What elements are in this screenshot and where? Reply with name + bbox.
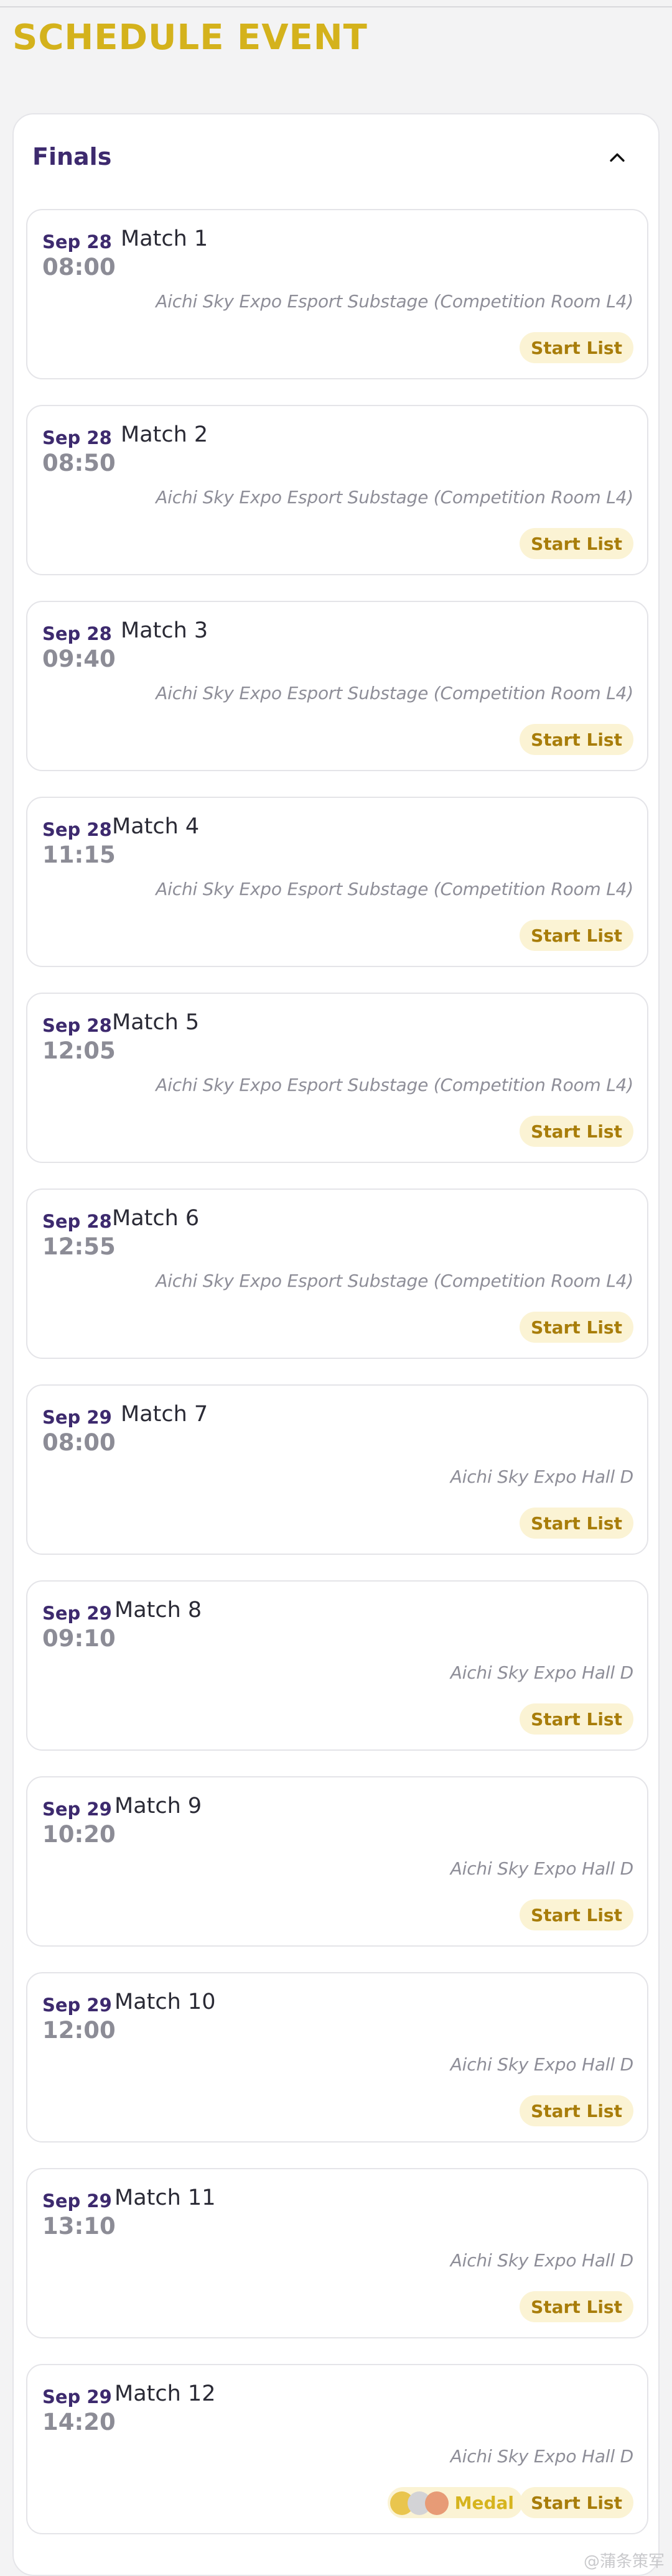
- match-name: Match 5: [112, 1010, 200, 1035]
- match-venue: Aichi Sky Expo Esport Substage (Competit…: [156, 879, 633, 899]
- match-date: Sep 29: [42, 1995, 112, 2016]
- top-divider: [0, 6, 672, 7]
- match-date: Sep 29: [42, 1603, 112, 1624]
- match-name: Match 12: [114, 2381, 216, 2406]
- match-date: Sep 29: [42, 2190, 112, 2212]
- match-name: Match 11: [114, 2185, 216, 2210]
- match-card: Sep 28 Match 1 08:00 Aichi Sky Expo Espo…: [26, 209, 648, 379]
- match-name: Match 3: [121, 618, 208, 643]
- medal-icons: [390, 2490, 450, 2515]
- medal-badge: Medal: [387, 2487, 523, 2518]
- start-list-button[interactable]: Start List: [520, 1116, 633, 1147]
- match-name: Match 8: [114, 1598, 202, 1623]
- match-date: Sep 28: [42, 623, 112, 644]
- match-time: 10:20: [42, 1821, 116, 1848]
- match-venue: Aichi Sky Expo Esport Substage (Competit…: [156, 1271, 633, 1291]
- match-card: Sep 29 Match 11 13:10 Aichi Sky Expo Hal…: [26, 2168, 648, 2338]
- match-time: 08:00: [42, 1429, 116, 1456]
- match-date: Sep 29: [42, 1799, 112, 1820]
- start-list-button[interactable]: Start List: [520, 1312, 633, 1343]
- start-list-button[interactable]: Start List: [520, 920, 633, 951]
- chevron-up-icon[interactable]: [600, 141, 635, 175]
- match-time: 08:00: [42, 254, 116, 280]
- start-list-button[interactable]: Start List: [520, 2095, 633, 2126]
- match-time: 12:55: [42, 1233, 116, 1260]
- section-title: Finals: [32, 143, 112, 170]
- start-list-button[interactable]: Start List: [520, 2291, 633, 2322]
- match-card: Sep 28 Match 3 09:40 Aichi Sky Expo Espo…: [26, 601, 648, 771]
- match-card: Sep 29 Match 10 12:00 Aichi Sky Expo Hal…: [26, 1972, 648, 2143]
- match-name: Match 2: [121, 422, 208, 447]
- match-time: 09:40: [42, 646, 116, 672]
- match-name: Match 9: [114, 1794, 202, 1818]
- match-date: Sep 28: [42, 819, 112, 840]
- medal-label: Medal: [454, 2492, 514, 2513]
- match-venue: Aichi Sky Expo Esport Substage (Competit…: [156, 1075, 633, 1095]
- match-date: Sep 28: [42, 231, 112, 253]
- start-list-button[interactable]: Start List: [520, 1899, 633, 1930]
- match-date: Sep 28: [42, 427, 112, 448]
- bronze-medal-icon: [424, 2491, 449, 2515]
- match-date: Sep 29: [42, 2386, 112, 2407]
- start-list-button[interactable]: Start List: [520, 2487, 633, 2518]
- finals-section: Finals Sep 28 Match 1 08:00 Aichi Sky Ex…: [12, 113, 660, 2576]
- start-list-button[interactable]: Start List: [520, 1703, 633, 1735]
- page-title: SCHEDULE EVENT: [12, 17, 368, 58]
- match-date: Sep 28: [42, 1015, 112, 1036]
- match-time: 11:15: [42, 841, 116, 868]
- match-date: Sep 28: [42, 1211, 112, 1232]
- match-card: Sep 29 Match 12 14:20 Aichi Sky Expo Hal…: [26, 2364, 648, 2534]
- match-name: Match 7: [121, 1402, 208, 1427]
- match-time: 13:10: [42, 2213, 116, 2240]
- match-venue: Aichi Sky Expo Hall D: [450, 1662, 634, 1683]
- match-venue: Aichi Sky Expo Hall D: [450, 2250, 634, 2271]
- match-name: Match 10: [114, 1990, 216, 2014]
- match-card: Sep 28 Match 2 08:50 Aichi Sky Expo Espo…: [26, 405, 648, 575]
- match-venue: Aichi Sky Expo Esport Substage (Competit…: [156, 683, 633, 703]
- match-time: 09:10: [42, 1625, 116, 1652]
- match-card: Sep 28 Match 4 11:15 Aichi Sky Expo Espo…: [26, 797, 648, 967]
- match-time: 12:00: [42, 2017, 116, 2044]
- match-time: 14:20: [42, 2409, 116, 2435]
- section-header[interactable]: Finals: [14, 114, 658, 202]
- match-venue: Aichi Sky Expo Hall D: [450, 2446, 634, 2467]
- start-list-button[interactable]: Start List: [520, 528, 633, 559]
- start-list-button[interactable]: Start List: [520, 332, 633, 363]
- match-card: Sep 28 Match 5 12:05 Aichi Sky Expo Espo…: [26, 993, 648, 1163]
- match-venue: Aichi Sky Expo Hall D: [450, 1858, 634, 1879]
- match-card: Sep 28 Match 6 12:55 Aichi Sky Expo Espo…: [26, 1188, 648, 1359]
- match-card: Sep 29 Match 8 09:10 Aichi Sky Expo Hall…: [26, 1580, 648, 1751]
- start-list-button[interactable]: Start List: [520, 1508, 633, 1539]
- match-time: 12:05: [42, 1037, 116, 1064]
- match-venue: Aichi Sky Expo Esport Substage (Competit…: [156, 487, 633, 507]
- watermark: @蒲条策军: [583, 2552, 665, 2571]
- match-venue: Aichi Sky Expo Esport Substage (Competit…: [156, 291, 633, 312]
- match-venue: Aichi Sky Expo Hall D: [450, 1466, 634, 1487]
- match-card: Sep 29 Match 9 10:20 Aichi Sky Expo Hall…: [26, 1776, 648, 1947]
- start-list-button[interactable]: Start List: [520, 724, 633, 755]
- match-time: 08:50: [42, 450, 116, 476]
- match-venue: Aichi Sky Expo Hall D: [450, 2054, 634, 2075]
- match-date: Sep 29: [42, 1407, 112, 1428]
- match-name: Match 1: [121, 226, 208, 251]
- match-name: Match 6: [112, 1206, 200, 1231]
- match-name: Match 4: [112, 814, 200, 839]
- match-card: Sep 29 Match 7 08:00 Aichi Sky Expo Hall…: [26, 1384, 648, 1555]
